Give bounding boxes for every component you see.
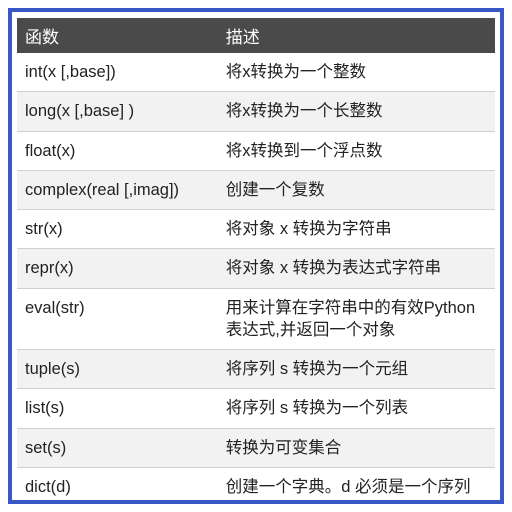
cell-function: set(s) — [17, 428, 218, 467]
table-row: set(s) 转换为可变集合 — [17, 428, 495, 467]
cell-function: eval(str) — [17, 288, 218, 350]
cell-description: 将对象 x 转换为字符串 — [218, 210, 495, 249]
table-row: repr(x) 将对象 x 转换为表达式字符串 — [17, 249, 495, 288]
header-function: 函数 — [17, 18, 218, 53]
table-row: eval(str) 用来计算在字符串中的有效Python表达式,并返回一个对象 — [17, 288, 495, 350]
cell-description: 将x转换为一个整数 — [218, 53, 495, 92]
table-row: long(x [,base] ) 将x转换为一个长整数 — [17, 92, 495, 131]
cell-description: 将序列 s 转换为一个列表 — [218, 389, 495, 428]
cell-function: str(x) — [17, 210, 218, 249]
conversion-functions-table: 函数 描述 int(x [,base]) 将x转换为一个整数 long(x [,… — [17, 18, 495, 504]
table-row: list(s) 将序列 s 转换为一个列表 — [17, 389, 495, 428]
cell-description: 将对象 x 转换为表达式字符串 — [218, 249, 495, 288]
table-row: complex(real [,imag]) 创建一个复数 — [17, 170, 495, 209]
cell-description: 将x转换为一个长整数 — [218, 92, 495, 131]
table-row: tuple(s) 将序列 s 转换为一个元组 — [17, 350, 495, 389]
cell-description: 将序列 s 转换为一个元组 — [218, 350, 495, 389]
cell-description: 创建一个复数 — [218, 170, 495, 209]
cell-function: repr(x) — [17, 249, 218, 288]
document-frame: 函数 描述 int(x [,base]) 将x转换为一个整数 long(x [,… — [8, 8, 504, 504]
cell-description: 转换为可变集合 — [218, 428, 495, 467]
table-header-row: 函数 描述 — [17, 18, 495, 53]
cell-description: 用来计算在字符串中的有效Python表达式,并返回一个对象 — [218, 288, 495, 350]
cell-function: tuple(s) — [17, 350, 218, 389]
cell-description: 创建一个字典。d 必须是一个序列 (key,value)元组。 — [218, 467, 495, 504]
table-row: str(x) 将对象 x 转换为字符串 — [17, 210, 495, 249]
cell-function: long(x [,base] ) — [17, 92, 218, 131]
cell-function: list(s) — [17, 389, 218, 428]
cell-function: complex(real [,imag]) — [17, 170, 218, 209]
table-row: int(x [,base]) 将x转换为一个整数 — [17, 53, 495, 92]
table-row: float(x) 将x转换到一个浮点数 — [17, 131, 495, 170]
table-row: dict(d) 创建一个字典。d 必须是一个序列 (key,value)元组。 — [17, 467, 495, 504]
cell-function: int(x [,base]) — [17, 53, 218, 92]
cell-description: 将x转换到一个浮点数 — [218, 131, 495, 170]
cell-function: dict(d) — [17, 467, 218, 504]
cell-function: float(x) — [17, 131, 218, 170]
header-description: 描述 — [218, 18, 495, 53]
